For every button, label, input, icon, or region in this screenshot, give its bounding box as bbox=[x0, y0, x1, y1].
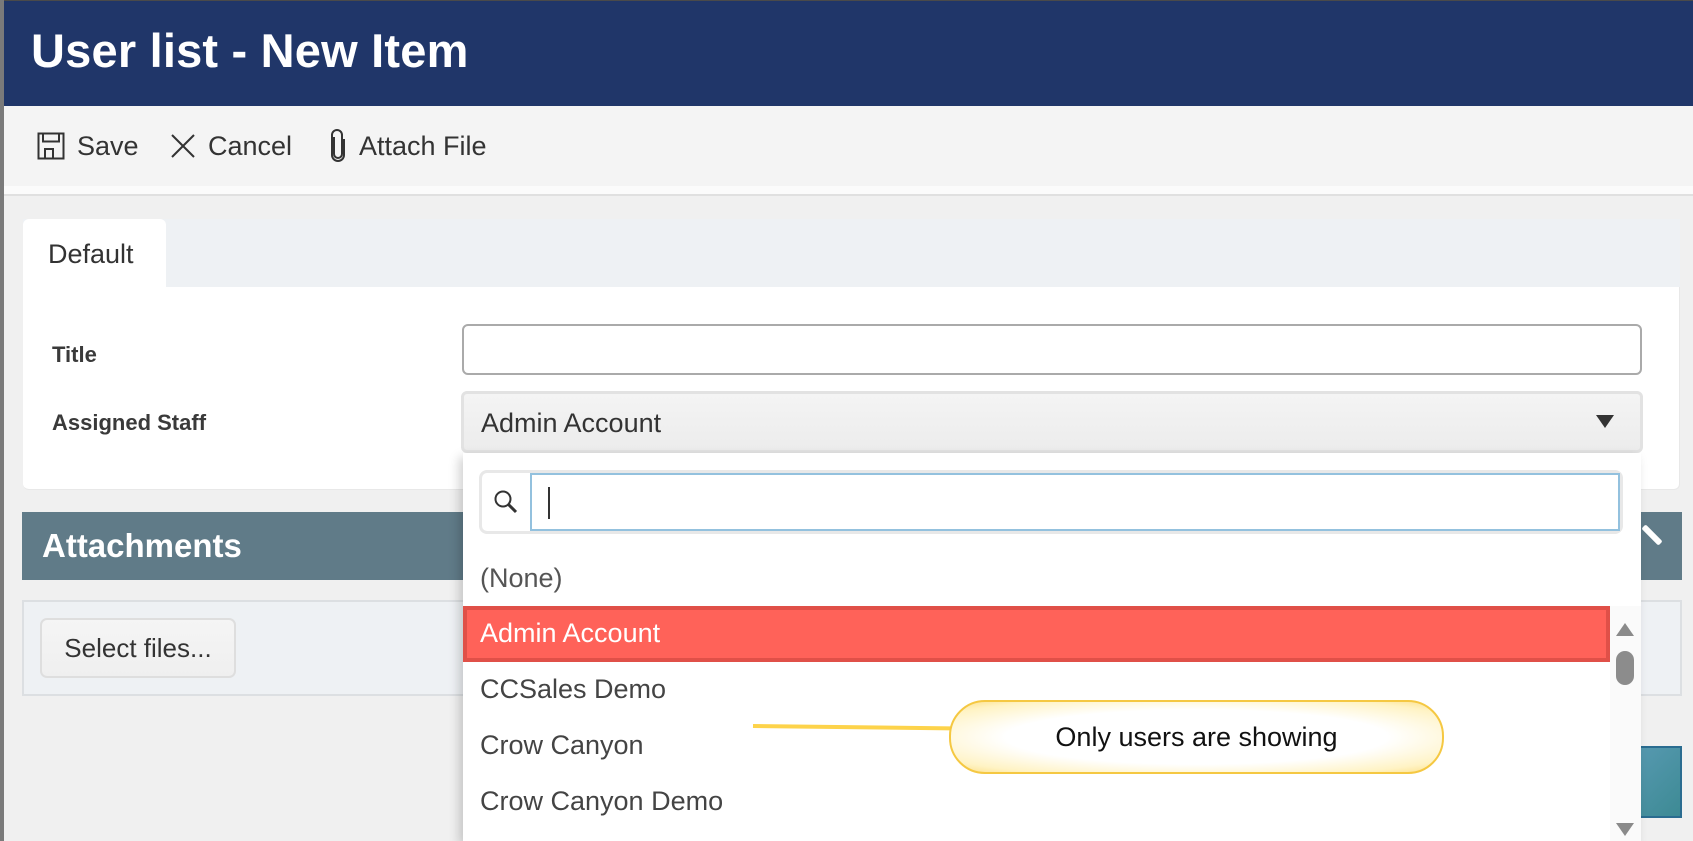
window-left-border bbox=[0, 0, 4, 841]
annotation-text: Only users are showing bbox=[1055, 721, 1338, 752]
dropdown-search bbox=[479, 470, 1623, 534]
title-label: Title bbox=[52, 342, 97, 367]
scroll-thumb[interactable] bbox=[1616, 651, 1634, 685]
option-none[interactable]: (None) bbox=[463, 551, 1610, 607]
tab-strip bbox=[23, 219, 1680, 287]
toolbar-divider bbox=[4, 186, 1693, 196]
text-caret bbox=[548, 487, 550, 519]
scroll-down-icon[interactable] bbox=[1616, 823, 1634, 836]
assigned-staff-value: Admin Account bbox=[481, 408, 662, 438]
scroll-up-icon[interactable] bbox=[1616, 623, 1634, 636]
option-crow-canyon-demo[interactable]: Crow Canyon Demo bbox=[463, 774, 1610, 830]
option-admin-account[interactable]: Admin Account bbox=[463, 606, 1610, 662]
page-title: User list - New Item bbox=[31, 24, 469, 77]
select-files-button[interactable]: Select files... bbox=[40, 618, 236, 678]
paperclip-icon bbox=[331, 129, 345, 162]
assigned-staff-label: Assigned Staff bbox=[52, 410, 207, 435]
annotation-callout: Only users are showing bbox=[949, 700, 1444, 774]
assigned-staff-dropdown: (None) Admin Account CCSales Demo Crow C… bbox=[463, 453, 1641, 841]
dropdown-scrollbar[interactable] bbox=[1610, 606, 1641, 841]
toolbar: Save Cancel Attach File bbox=[4, 106, 1693, 186]
save-icon bbox=[37, 132, 65, 160]
close-icon bbox=[171, 134, 195, 158]
chevron-down-icon[interactable] bbox=[1596, 415, 1614, 428]
assigned-staff-select[interactable]: Admin Account bbox=[461, 391, 1643, 453]
search-icon bbox=[482, 473, 530, 531]
attach-file-button[interactable]: Attach File bbox=[329, 128, 487, 164]
title-input[interactable] bbox=[462, 324, 1642, 375]
attachments-title: Attachments bbox=[42, 527, 242, 564]
tab-default[interactable]: Default bbox=[23, 219, 166, 287]
page-header: User list - New Item bbox=[4, 1, 1693, 106]
cancel-button[interactable]: Cancel bbox=[170, 128, 292, 164]
save-label: Save bbox=[77, 130, 139, 161]
cancel-label: Cancel bbox=[208, 130, 293, 161]
save-button[interactable]: Save bbox=[37, 128, 139, 164]
attach-file-label: Attach File bbox=[359, 130, 487, 161]
dropdown-search-input[interactable] bbox=[530, 473, 1620, 531]
